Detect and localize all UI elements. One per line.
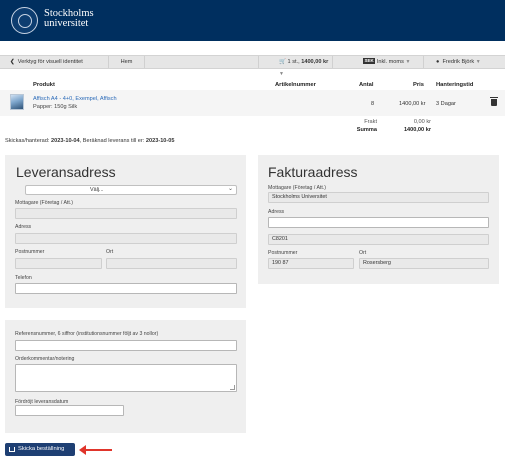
home-label: Hem	[120, 59, 133, 65]
user-menu[interactable]: ● Fredrik Björk ▼	[424, 56, 505, 68]
cart-button[interactable]: 🛒 1 st., 1400,00 kr ▼	[258, 56, 333, 77]
site-header: Stockholms universitet	[0, 0, 505, 41]
col-header-article: Artikelnummer	[275, 82, 316, 88]
col-header-qty: Antal	[359, 82, 374, 88]
delivery-address-select[interactable]: Välj... ⌄	[25, 185, 237, 195]
vat-label: Inkl. moms	[376, 59, 404, 65]
send-icon	[9, 447, 15, 452]
cart-total: 1400,00 kr	[301, 59, 329, 65]
delivery-date: 2023-10-05	[145, 138, 175, 144]
col-header-product: Produkt	[33, 82, 55, 88]
quantity-value: 8	[371, 101, 375, 107]
cart-count: 1 st.,	[287, 59, 300, 65]
invoice-address-label: Adress	[268, 209, 285, 215]
site-logo[interactable]: Stockholms universitet	[44, 8, 94, 29]
product-paper: Papper: 150g Silk	[33, 104, 78, 110]
comment-textarea[interactable]	[15, 364, 237, 392]
chevron-down-icon: ▼	[475, 59, 481, 65]
invoice-postal-label: Postnummer	[268, 250, 298, 256]
invoice-recipient-label: Mottagare (Företag / Att.)	[268, 185, 326, 191]
toolbar: ❮ Verktyg för visuell identitet Hem 🛒 1 …	[0, 55, 505, 77]
comment-label: Orderkommentar/notering	[15, 356, 75, 362]
col-header-handling: Hanteringstid	[436, 82, 474, 88]
reference-label: Referensnummer, 6 siffror (institutionsn…	[15, 331, 159, 337]
chevron-down-icon: ▼	[405, 59, 411, 65]
handling-time: 3 Dagar	[436, 101, 456, 107]
invoice-title: Fakturaadress	[268, 164, 358, 180]
sum-value: 1400,00 kr	[403, 127, 431, 133]
accessibility-tools-link[interactable]: ❮ Verktyg för visuell identitet	[0, 56, 109, 68]
chevron-down-icon: ⌄	[227, 186, 233, 192]
delivery-select-value: Välj...	[90, 187, 104, 193]
product-link[interactable]: Affisch A4 - 4+0, Exempel, Affisch	[33, 96, 117, 102]
delayed-date-input[interactable]	[15, 405, 124, 416]
user-name: Fredrik Björk	[442, 59, 475, 65]
accessibility-tools-label: Verktyg för visuell identitet	[17, 59, 83, 65]
chevron-left-icon: ❮	[10, 59, 15, 65]
handled-date: 2023-10-04	[51, 138, 80, 144]
delivery-postal-label: Postnummer	[15, 249, 45, 255]
reference-input[interactable]	[15, 340, 237, 351]
invoice-city-label: Ort	[359, 250, 367, 256]
product-thumbnail	[10, 94, 24, 110]
delivery-recipient-field[interactable]	[15, 208, 237, 219]
user-icon: ●	[436, 59, 440, 65]
delivery-city-field[interactable]	[106, 258, 237, 269]
currency-vat-selector[interactable]: SEK Inkl. moms ▼	[333, 56, 424, 68]
logo-line-2: universitet	[44, 18, 89, 29]
shipping-info: Skickas/hanterad: 2023-10-04, Beräknad l…	[5, 138, 175, 144]
delivery-title: Leveransadress	[16, 164, 116, 180]
shipping-middle: , Beräknad leverans till er:	[79, 138, 145, 144]
delivery-address-label: Adress	[15, 224, 32, 230]
shipping-prefix: Skickas/hanterad:	[5, 138, 50, 144]
delivery-recipient-label: Mottagare (Företag / Att.)	[15, 200, 73, 206]
chevron-down-icon: ▼	[279, 71, 284, 77]
invoice-address-field[interactable]	[268, 217, 489, 228]
table-row	[0, 90, 505, 116]
cart-icon: 🛒	[279, 59, 286, 65]
invoice-address-line2-field[interactable]: C8201	[268, 234, 489, 245]
delivery-postal-field[interactable]	[15, 258, 102, 269]
delivery-city-label: Ort	[106, 249, 114, 255]
invoice-city-field[interactable]: Rosersberg	[359, 258, 489, 269]
home-link[interactable]: Hem	[109, 56, 145, 68]
invoice-postal-field[interactable]: 190 87	[268, 258, 354, 269]
freight-value: 0,00 kr	[413, 119, 431, 125]
invoice-recipient-field[interactable]: Stockholms Universitet	[268, 192, 489, 203]
sek-badge: SEK	[363, 58, 376, 64]
sum-label: Summa	[356, 127, 377, 133]
university-seal-icon[interactable]	[11, 7, 38, 34]
price-value: 1400,00 kr	[399, 101, 426, 107]
submit-label: Skicka beställning	[18, 446, 65, 452]
freight-label: Frakt	[364, 119, 377, 125]
red-arrow-annotation	[79, 445, 112, 455]
delivery-phone-label: Telefon	[15, 275, 32, 281]
delivery-address-field[interactable]	[15, 233, 237, 244]
delivery-phone-field[interactable]	[15, 283, 237, 294]
trash-icon[interactable]	[490, 97, 498, 106]
col-header-price: Pris	[413, 82, 424, 88]
submit-order-button[interactable]: Skicka beställning	[5, 443, 75, 456]
